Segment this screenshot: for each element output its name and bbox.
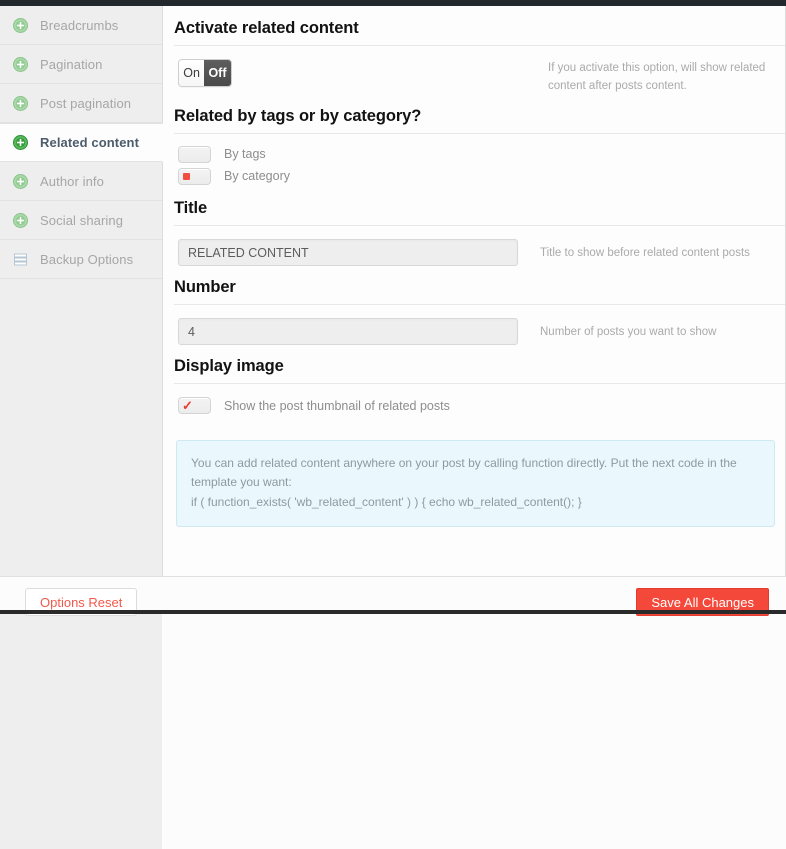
options-page: Breadcrumbs Pagination Post pagination R… [0, 0, 786, 849]
notice-text: You can add related content anywhere on … [191, 456, 737, 489]
sidebar-item-related-content[interactable]: Related content [0, 123, 163, 162]
radio-by-category[interactable] [178, 167, 211, 185]
sidebar-empty-area [0, 279, 162, 849]
sidebar-item-social-sharing[interactable]: Social sharing [0, 201, 162, 240]
notice-code-snippet: if ( function_exists( 'wb_related_conten… [191, 495, 582, 509]
sidebar-item-post-pagination[interactable]: Post pagination [0, 84, 162, 123]
title-row: Title to show before related content pos… [174, 226, 773, 266]
radio-label-by-category: By category [224, 169, 291, 183]
circle-plus-icon [13, 135, 28, 150]
radio-row-by-tags[interactable]: By tags [178, 143, 773, 165]
circle-plus-icon [13, 173, 28, 189]
related-by-options: By tags By category [174, 134, 773, 187]
radio-label-by-tags: By tags [224, 147, 266, 161]
circle-plus-icon [13, 17, 28, 33]
title-input[interactable] [178, 239, 518, 266]
radio-dot [183, 172, 190, 180]
settings-content: Activate related content On Off If you a… [163, 6, 786, 576]
number-row: Number of posts you want to show [174, 305, 773, 345]
toggle-option-on[interactable]: On [179, 60, 205, 86]
number-description: Number of posts you want to show [540, 326, 717, 338]
title-description: Title to show before related content pos… [540, 247, 750, 259]
checkbox-label-show-thumbnail: Show the post thumbnail of related posts [224, 398, 450, 413]
sidebar-item-label: Backup Options [40, 251, 134, 267]
sidebar-item-label: Breadcrumbs [40, 17, 119, 33]
number-input[interactable] [178, 318, 518, 345]
circle-plus-icon [13, 56, 28, 72]
activate-description: If you activate this option, will show r… [548, 62, 766, 92]
radio-row-by-category[interactable]: By category [178, 165, 773, 187]
section-title-activate: Activate related content [174, 19, 359, 37]
layers-icon [13, 252, 28, 267]
sidebar-item-label: Social sharing [40, 212, 124, 228]
activate-row: On Off If you activate this option, will… [174, 46, 773, 95]
check-mark-icon: ✓ [182, 398, 193, 413]
sidebar-item-label: Related content [40, 135, 140, 150]
circle-plus-icon [13, 95, 28, 111]
sidebar-item-backup-options[interactable]: Backup Options [0, 240, 162, 279]
window-bottom-edge [0, 610, 786, 614]
settings-sidebar: Breadcrumbs Pagination Post pagination R… [0, 6, 163, 849]
section-title-display-image: Display image [174, 357, 284, 375]
sidebar-item-label: Post pagination [40, 95, 132, 111]
display-image-row: ✓ Show the post thumbnail of related pos… [174, 384, 773, 414]
sidebar-item-label: Pagination [40, 56, 103, 72]
section-title-title: Title [174, 199, 208, 217]
sidebar-item-pagination[interactable]: Pagination [0, 45, 162, 84]
sidebar-item-label: Author info [40, 173, 104, 189]
radio-by-tags[interactable] [178, 145, 211, 163]
section-title-related-by: Related by tags or by category? [174, 107, 422, 125]
activate-toggle[interactable]: On Off [178, 59, 232, 87]
info-notice-box: You can add related content anywhere on … [176, 440, 775, 527]
section-title-number: Number [174, 278, 236, 296]
sidebar-item-breadcrumbs[interactable]: Breadcrumbs [0, 6, 162, 45]
page-body: Breadcrumbs Pagination Post pagination R… [0, 6, 786, 849]
circle-plus-icon [13, 212, 28, 228]
sidebar-item-author-info[interactable]: Author info [0, 162, 162, 201]
checkbox-show-thumbnail[interactable]: ✓ [178, 397, 211, 414]
footer-bar: Options Reset Save All Changes [0, 576, 786, 616]
toggle-option-off[interactable]: Off [204, 60, 231, 86]
